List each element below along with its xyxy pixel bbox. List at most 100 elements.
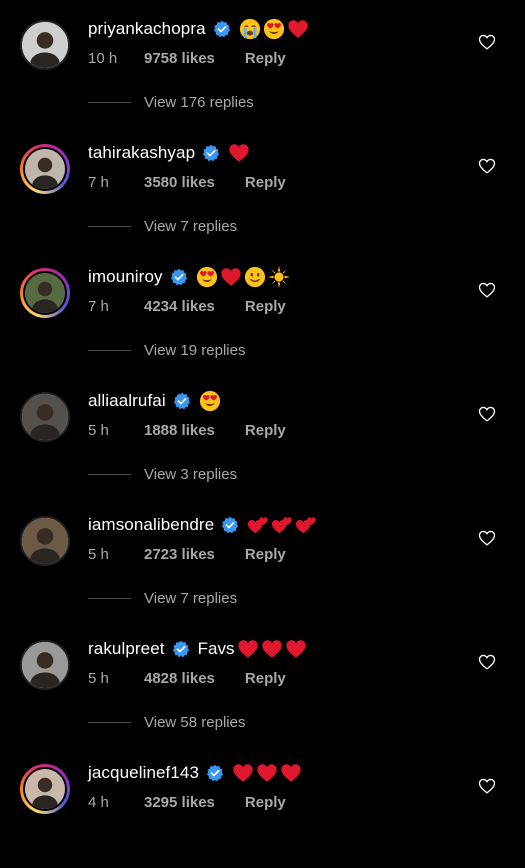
comment-header: jacquelinef143 (88, 760, 304, 786)
verified-badge-icon (163, 268, 188, 286)
view-replies-label: View 7 replies (144, 590, 238, 607)
red-heart-emoji (285, 638, 307, 660)
like-heart-icon[interactable] (478, 281, 496, 299)
divider-line (88, 350, 131, 351)
like-heart-icon[interactable] (478, 33, 496, 51)
comment-text (239, 18, 311, 40)
likes-count[interactable]: 4828 likes (144, 670, 215, 687)
view-replies-label: View 176 replies (144, 94, 254, 111)
username-link[interactable]: imouniroy (88, 267, 163, 287)
like-heart-icon[interactable] (478, 529, 496, 547)
comment-text (247, 514, 319, 536)
like-heart-icon[interactable] (478, 157, 496, 175)
likes-count[interactable]: 3295 likes (144, 794, 215, 811)
red-heart-emoji (237, 638, 259, 660)
likes-count[interactable]: 2723 likes (144, 546, 215, 563)
username-link[interactable]: jacquelinef143 (88, 763, 199, 783)
comment-meta: 7 h 4234 likes Reply (88, 296, 286, 316)
like-heart-icon[interactable] (478, 777, 496, 795)
timestamp: 7 h (88, 173, 109, 191)
comment-item: alliaalrufai 5 h 1888 likes Reply View 3 rep… (0, 372, 525, 496)
two-hearts-emoji (247, 514, 269, 536)
comment-text (228, 142, 252, 164)
comment-meta: 5 h 4828 likes Reply (88, 668, 286, 688)
view-replies-label: View 7 replies (144, 218, 238, 235)
comment-text: Favs (198, 638, 310, 660)
view-replies-button[interactable]: View 7 replies (88, 590, 237, 607)
timestamp: 7 h (88, 297, 109, 315)
username-link[interactable]: tahirakashyap (88, 143, 195, 163)
view-replies-label: View 3 replies (144, 466, 238, 483)
comment-header: rakulpreet Favs (88, 636, 309, 662)
divider-line (88, 598, 131, 599)
two-hearts-emoji (295, 514, 317, 536)
comment-meta: 5 h 1888 likes Reply (88, 420, 286, 440)
red-heart-emoji (232, 762, 254, 784)
sun-emoji (267, 266, 290, 288)
avatar[interactable] (20, 144, 70, 194)
comment-header: imouniroy (88, 264, 292, 290)
reply-button[interactable]: Reply (245, 422, 286, 439)
crying-emoji (239, 18, 261, 40)
likes-count[interactable]: 9758 likes (144, 50, 215, 67)
verified-badge-icon (214, 516, 239, 534)
username-link[interactable]: iamsonalibendre (88, 515, 214, 535)
likes-count[interactable]: 1888 likes (144, 422, 215, 439)
comment-header: priyankachopra (88, 16, 311, 42)
comment-meta: 5 h 2723 likes Reply (88, 544, 286, 564)
heart-eyes-emoji (196, 266, 218, 288)
view-replies-button[interactable]: View 176 replies (88, 94, 254, 111)
comment-item: imouniroy 7 h 4234 likes Reply View 19 repli… (0, 248, 525, 372)
avatar[interactable] (20, 268, 70, 318)
reply-button[interactable]: Reply (245, 50, 286, 67)
red-heart-emoji (220, 266, 242, 288)
view-replies-button[interactable]: View 58 replies (88, 714, 245, 731)
reply-button[interactable]: Reply (245, 546, 286, 563)
view-replies-button[interactable]: View 7 replies (88, 218, 237, 235)
heart-eyes-emoji (263, 18, 285, 40)
timestamp: 5 h (88, 669, 109, 687)
reply-button[interactable]: Reply (245, 670, 286, 687)
username-link[interactable]: rakulpreet (88, 639, 165, 659)
verified-badge-icon (206, 20, 231, 38)
comment-meta: 4 h 3295 likes Reply (88, 792, 286, 812)
verified-badge-icon (166, 392, 191, 410)
like-heart-icon[interactable] (478, 653, 496, 671)
red-heart-emoji (228, 142, 250, 164)
verified-badge-icon (195, 144, 220, 162)
red-heart-emoji (280, 762, 302, 784)
view-replies-button[interactable]: View 19 replies (88, 342, 245, 359)
view-replies-button[interactable]: View 3 replies (88, 466, 237, 483)
comment-text (199, 390, 223, 412)
red-heart-emoji (287, 18, 309, 40)
reply-button[interactable]: Reply (245, 298, 286, 315)
verified-badge-icon (165, 640, 190, 658)
divider-line (88, 474, 131, 475)
reply-button[interactable]: Reply (245, 794, 286, 811)
comment-meta: 10 h 9758 likes Reply (88, 48, 286, 68)
avatar[interactable] (20, 516, 70, 566)
comment-item: rakulpreet Favs 5 h 4828 likes Reply View 58 … (0, 620, 525, 744)
comment-header: tahirakashyap (88, 140, 252, 166)
likes-count[interactable]: 3580 likes (144, 174, 215, 191)
comment-item: priyankachopra 10 h 9758 likes Reply View 17… (0, 0, 525, 124)
heart-eyes-emoji (199, 390, 221, 412)
view-replies-label: View 19 replies (144, 342, 246, 359)
comment-text (196, 266, 292, 288)
avatar[interactable] (20, 20, 70, 70)
avatar[interactable] (20, 764, 70, 814)
username-link[interactable]: priyankachopra (88, 19, 206, 39)
likes-count[interactable]: 4234 likes (144, 298, 215, 315)
comment-item: tahirakashyap 7 h 3580 likes Reply View 7 re… (0, 124, 525, 248)
divider-line (88, 722, 131, 723)
username-link[interactable]: alliaalrufai (88, 391, 166, 411)
reply-button[interactable]: Reply (245, 174, 286, 191)
comment-text-words: Favs (197, 639, 235, 658)
like-heart-icon[interactable] (478, 405, 496, 423)
timestamp: 5 h (88, 545, 109, 563)
avatar[interactable] (20, 640, 70, 690)
avatar[interactable] (20, 392, 70, 442)
verified-badge-icon (199, 764, 224, 782)
view-replies-label: View 58 replies (144, 714, 246, 731)
timestamp: 10 h (88, 49, 118, 67)
